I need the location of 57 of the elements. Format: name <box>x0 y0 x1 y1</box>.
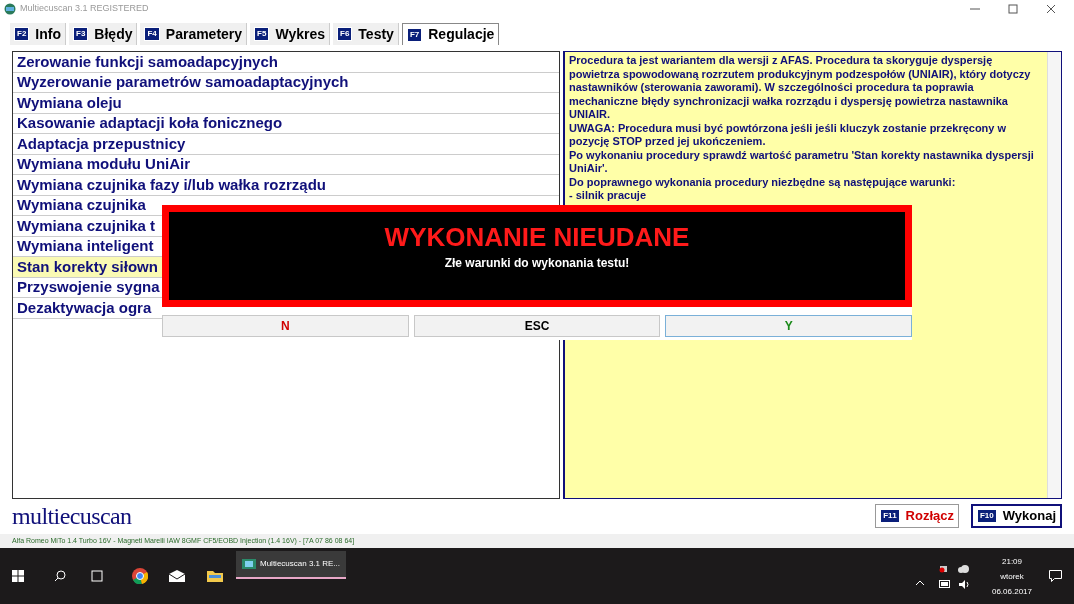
description-text: - silnik pracuje <box>569 189 648 203</box>
tab[interactable]: F5 Wykres <box>250 23 330 45</box>
list-item[interactable]: Kasowanie adaptacji koła fonicznego <box>13 113 559 134</box>
list-item[interactable]: Adaptacja przepustnicy <box>13 134 559 155</box>
tab[interactable]: F6 Testy <box>333 23 399 45</box>
tab[interactable]: F4 Parametery <box>140 23 248 45</box>
key-badge: F5 <box>254 27 270 41</box>
app-icon <box>242 557 256 571</box>
maximize-icon[interactable] <box>1008 4 1018 14</box>
folder-icon[interactable] <box>206 569 224 583</box>
taskbar-app[interactable]: Multiecuscan 3.1 RE... <box>236 551 347 579</box>
mail-icon[interactable] <box>168 569 186 583</box>
clock-day: wtorek <box>1000 568 1024 584</box>
dialog-message: Złe warunki do wykonania testu! <box>444 255 630 272</box>
cloud-icon[interactable] <box>957 563 969 574</box>
task-view-icon[interactable] <box>90 570 104 582</box>
clock[interactable]: 21:09 wtorek 06.06.2017 <box>987 553 1037 599</box>
list-item[interactable]: Wymiana oleju <box>13 93 559 114</box>
clock-time: 21:09 <box>1002 555 1022 568</box>
chrome-icon[interactable] <box>132 568 148 584</box>
key-badge: F6 <box>337 27 353 41</box>
close-icon[interactable] <box>1046 4 1056 14</box>
speaker-icon[interactable] <box>959 579 971 589</box>
tab[interactable]: F2 Info <box>10 23 66 45</box>
list-item[interactable]: Wymiana czujnika fazy i/lub wałka rozrządu <box>13 175 559 196</box>
notification-icon[interactable] <box>1049 570 1062 582</box>
action-button[interactable]: F10 Wykonaj <box>971 504 1062 528</box>
list-item[interactable]: Zerowanie funkcji samoadapcyjnych <box>13 52 559 73</box>
app-icon <box>4 3 16 15</box>
clock-date: 06.06.2017 <box>991 585 1032 598</box>
tab[interactable]: F3 Błędy <box>69 23 138 45</box>
key-badge: F7 <box>406 27 423 42</box>
description-text: Po wykonaniu procedury sprawdź wartość parametru 'Stan korekty nastawnika dyspersji UniAir'. <box>569 148 1035 176</box>
description-text: Procedura ta jest wariantem dla wersji z AFAS. Procedura ta skoryguje dyspersję powietrza spowodowaną rozrzutem produkcyjnym podzespołów (UNIAIR), który dotyczy nastawników (sterowania zaworami). W szczególności procedura ta poprawia mechaniczne błędy synchronizacji wałka rozrządu i dyspersję powietrza nastawnika UNIAIR. <box>569 54 1032 122</box>
list-item[interactable]: Wymiana modułu UniAir <box>13 154 559 175</box>
key-badge: F2 <box>14 27 30 41</box>
key-badge: F11 <box>880 509 900 523</box>
description-text: Do poprawnego wykonania procedury niezbędne są następujące warunki: <box>569 175 957 189</box>
window-title: Multiecuscan 3.1 REGISTERED <box>20 2 149 16</box>
search-icon[interactable] <box>54 570 66 582</box>
network-icon[interactable] <box>939 563 949 574</box>
dialog-button[interactable]: Y <box>665 315 912 337</box>
key-badge: F4 <box>144 27 160 41</box>
caret-icon[interactable] <box>915 580 925 586</box>
dialog-button[interactable]: ESC <box>413 315 661 337</box>
dialog-button[interactable]: N <box>162 315 409 337</box>
battery-icon[interactable] <box>939 579 951 588</box>
windows-start-icon[interactable] <box>12 570 24 582</box>
logo: multiecuscan <box>12 502 132 531</box>
description-text: UWAGA: Procedura musi być powtórzona jeśli jeśli kluczyk zostanie przekręcony w pozycję STOP przed jej ukończeniem. <box>569 121 1008 149</box>
key-badge: F3 <box>73 27 89 41</box>
scrollbar[interactable] <box>1047 52 1061 498</box>
dialog-title: WYKONANIE NIEUDANE <box>384 222 690 252</box>
list-item[interactable]: Wyzerowanie parametrów samoadaptacyjnych <box>13 72 559 93</box>
tab[interactable]: F7 Regulacje <box>401 23 500 45</box>
key-badge: F10 <box>977 509 997 523</box>
action-button[interactable]: F11 Rozłącz <box>875 504 959 528</box>
